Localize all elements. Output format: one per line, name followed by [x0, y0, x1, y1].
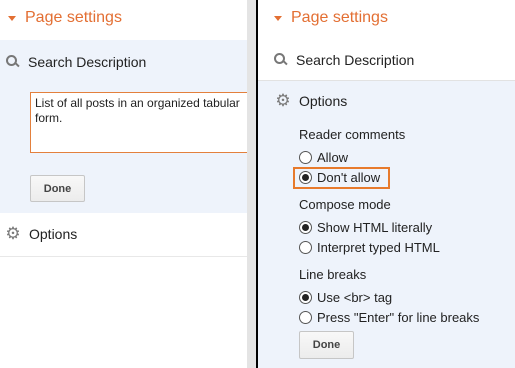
radio-button[interactable] [299, 151, 312, 164]
search-description-section[interactable]: Search Description [258, 40, 515, 81]
caret-down-icon[interactable] [8, 15, 16, 21]
options-header[interactable]: ⚙ Options [5, 224, 78, 243]
done-button[interactable]: Done [30, 175, 85, 202]
page-settings-title: Page settings [291, 9, 388, 26]
done-button[interactable]: Done [299, 331, 354, 359]
radio-show-html-literally[interactable]: Show HTML literally [299, 220, 432, 235]
search-description-title: Search Description [296, 52, 415, 68]
radio-label: Allow [317, 150, 349, 165]
radio-button[interactable] [299, 291, 312, 304]
radio-button[interactable] [299, 311, 312, 324]
right-panel: Page settings Search Description ⚙ Optio… [258, 0, 515, 368]
options-header[interactable]: ⚙ Options [275, 91, 348, 110]
page-settings-header[interactable]: Page settings [0, 0, 247, 36]
gear-icon: ⚙ [5, 224, 21, 243]
search-icon [6, 55, 20, 69]
reader-comments-label: Reader comments [299, 127, 406, 142]
radio-label: Press "Enter" for line breaks [317, 310, 480, 325]
search-description-header[interactable]: Search Description [274, 52, 414, 68]
line-breaks-label: Line breaks [299, 267, 367, 282]
options-section: ⚙ Options Reader comments Allow Don't al… [258, 81, 515, 368]
page-settings-header[interactable]: Page settings [258, 0, 515, 36]
radio-use-br-tag[interactable]: Use <br> tag [299, 290, 392, 305]
radio-label: Show HTML literally [317, 220, 433, 235]
options-title: Options [299, 93, 348, 109]
search-description-textarea[interactable]: List of all posts in an organized tabula… [30, 92, 247, 153]
options-title: Options [29, 226, 78, 242]
radio-label: Use <br> tag [317, 290, 393, 305]
radio-label: Interpret typed HTML [317, 240, 440, 255]
caret-down-icon[interactable] [274, 15, 282, 21]
panel-divider [247, 0, 256, 368]
gear-icon: ⚙ [275, 91, 291, 110]
search-description-section: Search Description List of all posts in … [0, 40, 247, 213]
compose-mode-label: Compose mode [299, 197, 391, 212]
radio-allow[interactable]: Allow [299, 150, 348, 165]
search-description-title: Search Description [28, 54, 147, 70]
radio-press-enter[interactable]: Press "Enter" for line breaks [299, 310, 479, 325]
page-settings-title: Page settings [25, 9, 122, 26]
left-panel: Page settings Search Description List of… [0, 0, 247, 368]
search-icon [274, 53, 288, 67]
radio-button[interactable] [299, 221, 312, 234]
search-description-header[interactable]: Search Description [6, 54, 146, 70]
radio-button[interactable] [299, 241, 312, 254]
options-section[interactable]: ⚙ Options [0, 213, 247, 257]
radio-interpret-typed-html[interactable]: Interpret typed HTML [299, 240, 440, 255]
highlight-box [293, 167, 390, 189]
